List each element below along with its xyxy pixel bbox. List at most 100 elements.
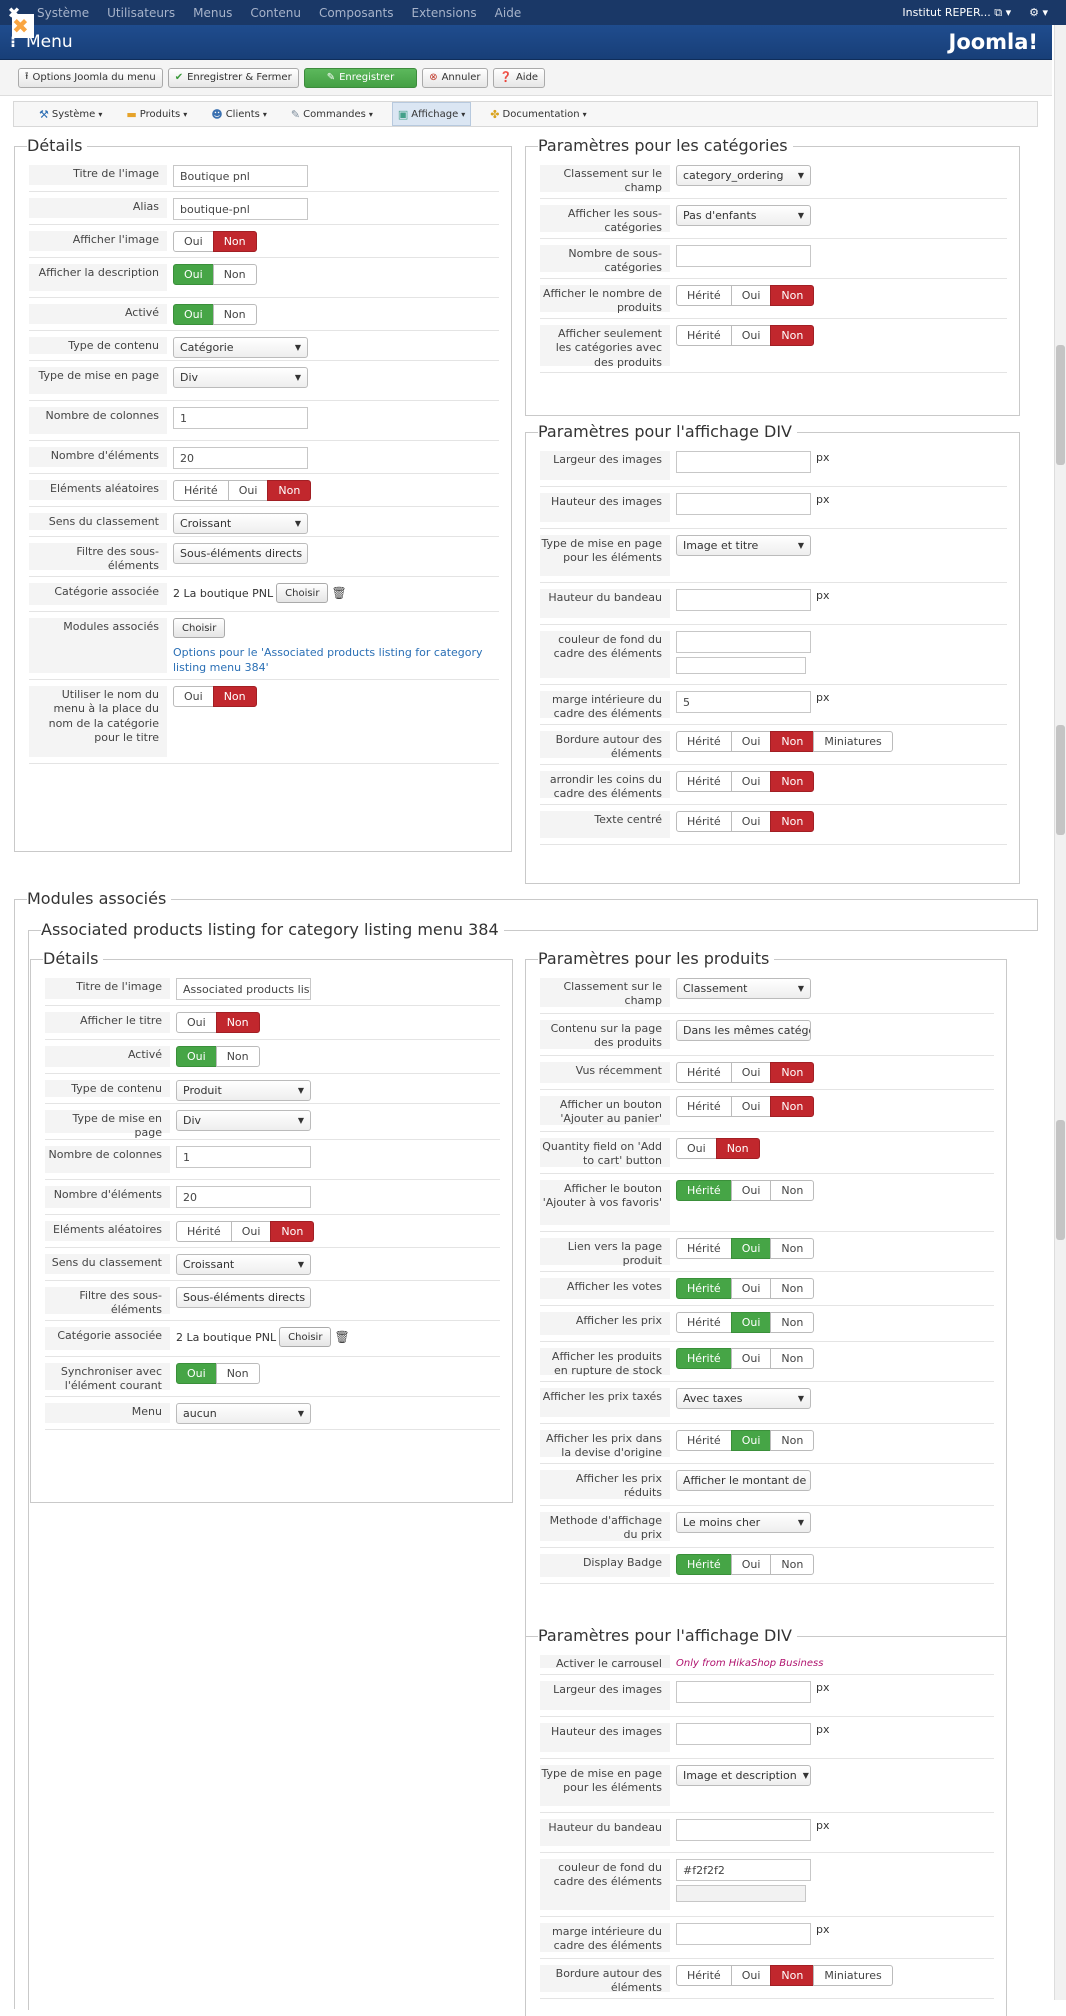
help-button[interactable]: ❓ Aide — [492, 67, 546, 88]
option-oui[interactable]: Oui — [730, 1062, 772, 1083]
nombre-de-colonnes-input[interactable]: 1 — [173, 407, 308, 429]
option-oui[interactable]: Oui — [730, 731, 772, 752]
hauteur-des-images-input[interactable] — [676, 493, 811, 515]
option-herite[interactable]: Hérité — [676, 1238, 732, 1259]
menu-select[interactable]: aucun ▼ — [176, 1403, 311, 1424]
options-button[interactable]: ⭱ Options Joomla du menu — [18, 67, 163, 88]
option-oui[interactable]: Oui — [227, 480, 269, 501]
option-non[interactable]: Non — [770, 1278, 815, 1299]
option-oui[interactable]: Oui — [173, 686, 214, 707]
largeur-des-images-input[interactable] — [676, 451, 811, 473]
type-de-mise-en-page-select[interactable]: Div ▼ — [173, 367, 308, 388]
option-herite[interactable]: Hérité — [676, 1180, 732, 1201]
color-swatch[interactable] — [676, 1885, 806, 1902]
nombre-d-elements-input[interactable]: 20 — [176, 1186, 311, 1208]
option-oui[interactable]: Oui — [730, 325, 772, 346]
titre-de-l-image-input[interactable]: Boutique pnl — [173, 165, 308, 187]
option-non[interactable]: Non — [212, 264, 257, 285]
option-herite[interactable]: Hérité — [676, 1278, 732, 1299]
nombre-de-sous-categories-input[interactable] — [676, 245, 811, 267]
option-non[interactable]: Non — [212, 231, 257, 252]
color-swatch[interactable] — [676, 657, 806, 674]
sens-du-classement-select[interactable]: Croissant ▼ — [173, 513, 308, 534]
option-herite[interactable]: Hérité — [676, 1062, 732, 1083]
hauteur-du-bandeau-input[interactable] — [676, 1819, 811, 1841]
option-oui[interactable]: Oui — [730, 1312, 772, 1333]
marge-interieure-du-cadre-des-elements-input[interactable] — [676, 1923, 811, 1945]
choose-button[interactable]: Choisir — [279, 1327, 332, 1347]
contenu-sur-la-page-des-produits-select[interactable]: Dans les mêmes catégories▼ — [676, 1020, 811, 1041]
color-input[interactable]: #f2f2f2 — [676, 1859, 811, 1881]
afficher-les-prix-taxes-select[interactable]: Avec taxes ▼ — [676, 1388, 811, 1409]
type-de-mise-en-page-select[interactable]: Div ▼ — [176, 1110, 311, 1131]
topmenu-composants[interactable]: Composants — [319, 6, 394, 20]
hika-menu-affichage[interactable]: ▣ Affichage ▾ — [391, 102, 472, 126]
option-non[interactable]: Non — [215, 1012, 260, 1033]
option-herite[interactable]: Hérité — [676, 1430, 732, 1451]
afficher-les-sous-categories-select[interactable]: Pas d'enfants ▼ — [676, 205, 811, 226]
option-oui[interactable]: Oui — [730, 771, 772, 792]
option-oui[interactable]: Oui — [730, 1348, 772, 1369]
option-herite[interactable]: Hérité — [676, 811, 732, 832]
trash-icon[interactable]: 🗑 — [334, 1330, 349, 1344]
option-herite[interactable]: Hérité — [676, 325, 732, 346]
choose-button[interactable]: Choisir — [276, 583, 329, 603]
option-non[interactable]: Non — [212, 304, 257, 325]
classement-sur-le-champ-select[interactable]: category_ordering ▼ — [676, 165, 811, 186]
hauteur-des-images-input[interactable] — [676, 1723, 811, 1745]
topmenu-utilisateurs[interactable]: Utilisateurs — [107, 6, 175, 20]
option-non[interactable]: Non — [770, 1312, 815, 1333]
topmenu-systeme[interactable]: Système — [37, 6, 89, 20]
option-non[interactable]: Non — [770, 1554, 815, 1575]
topmenu-extensions[interactable]: Extensions — [412, 6, 477, 20]
option-herite[interactable]: Hérité — [676, 731, 732, 752]
alias-input[interactable]: boutique-pnl — [173, 198, 308, 220]
option-non[interactable]: Non — [770, 1180, 815, 1201]
option-oui[interactable]: Oui — [730, 811, 772, 832]
option-non[interactable]: Non — [270, 1221, 315, 1242]
option-non[interactable]: Non — [215, 1363, 260, 1384]
hika-menu-commandes[interactable]: ✎ Commandes ▾ — [286, 102, 378, 126]
option-non[interactable]: Non — [715, 1138, 760, 1159]
scrollbar-thumb[interactable] — [1056, 725, 1065, 835]
hika-menu-produits[interactable]: ▬ Produits ▾ — [121, 102, 192, 126]
option-non[interactable]: Non — [267, 480, 312, 501]
scrollbar-thumb[interactable] — [1056, 345, 1065, 465]
option-herite[interactable]: Hérité — [676, 1554, 732, 1575]
option-miniatures[interactable]: Miniatures — [813, 731, 893, 752]
option-oui[interactable]: Oui — [730, 285, 772, 306]
option-oui[interactable]: Oui — [730, 1238, 772, 1259]
option-herite[interactable]: Hérité — [676, 1096, 732, 1117]
option-oui[interactable]: Oui — [173, 264, 214, 285]
option-non[interactable]: Non — [770, 771, 815, 792]
option-oui[interactable]: Oui — [173, 231, 214, 252]
module-options-link[interactable]: Options pour le 'Associated products lis… — [173, 646, 499, 676]
hika-menu-clients[interactable]: ☻ Clients ▾ — [206, 102, 272, 126]
option-non[interactable]: Non — [770, 1965, 815, 1986]
option-oui[interactable]: Oui — [730, 1430, 772, 1451]
titre-de-l-image-input[interactable]: Associated products listing for c — [176, 978, 311, 1000]
trash-icon[interactable]: 🗑 — [331, 586, 346, 600]
option-oui[interactable]: Oui — [730, 1096, 772, 1117]
option-oui[interactable]: Oui — [730, 1965, 772, 1986]
option-non[interactable]: Non — [770, 1348, 815, 1369]
option-herite[interactable]: Hérité — [676, 1348, 732, 1369]
type-de-contenu-select[interactable]: Produit ▼ — [176, 1080, 311, 1101]
type-de-mise-en-page-pour-les-elements-select[interactable]: Image et titre ▼ — [676, 535, 811, 556]
color-input[interactable] — [676, 631, 811, 653]
option-non[interactable]: Non — [770, 1238, 815, 1259]
option-oui[interactable]: Oui — [173, 304, 214, 325]
type-de-contenu-select[interactable]: Catégorie ▼ — [173, 337, 308, 358]
largeur-des-images-input[interactable] — [676, 1681, 811, 1703]
hika-menu-documentation[interactable]: ✤ Documentation ▾ — [485, 102, 591, 126]
topmenu-contenu[interactable]: Contenu — [250, 6, 301, 20]
methode-d-affichage-du-prix-select[interactable]: Le moins cher ▼ — [676, 1512, 811, 1533]
save-close-button[interactable]: ✔ Enregistrer & Fermer — [167, 67, 299, 88]
option-oui[interactable]: Oui — [730, 1278, 772, 1299]
option-non[interactable]: Non — [770, 731, 815, 752]
option-oui[interactable]: Oui — [176, 1363, 217, 1384]
marge-interieure-du-cadre-des-elements-input[interactable]: 5 — [676, 691, 811, 713]
option-herite[interactable]: Hérité — [173, 480, 229, 501]
option-oui[interactable]: Oui — [676, 1138, 717, 1159]
cancel-button[interactable]: ⊗ Annuler — [422, 67, 488, 88]
